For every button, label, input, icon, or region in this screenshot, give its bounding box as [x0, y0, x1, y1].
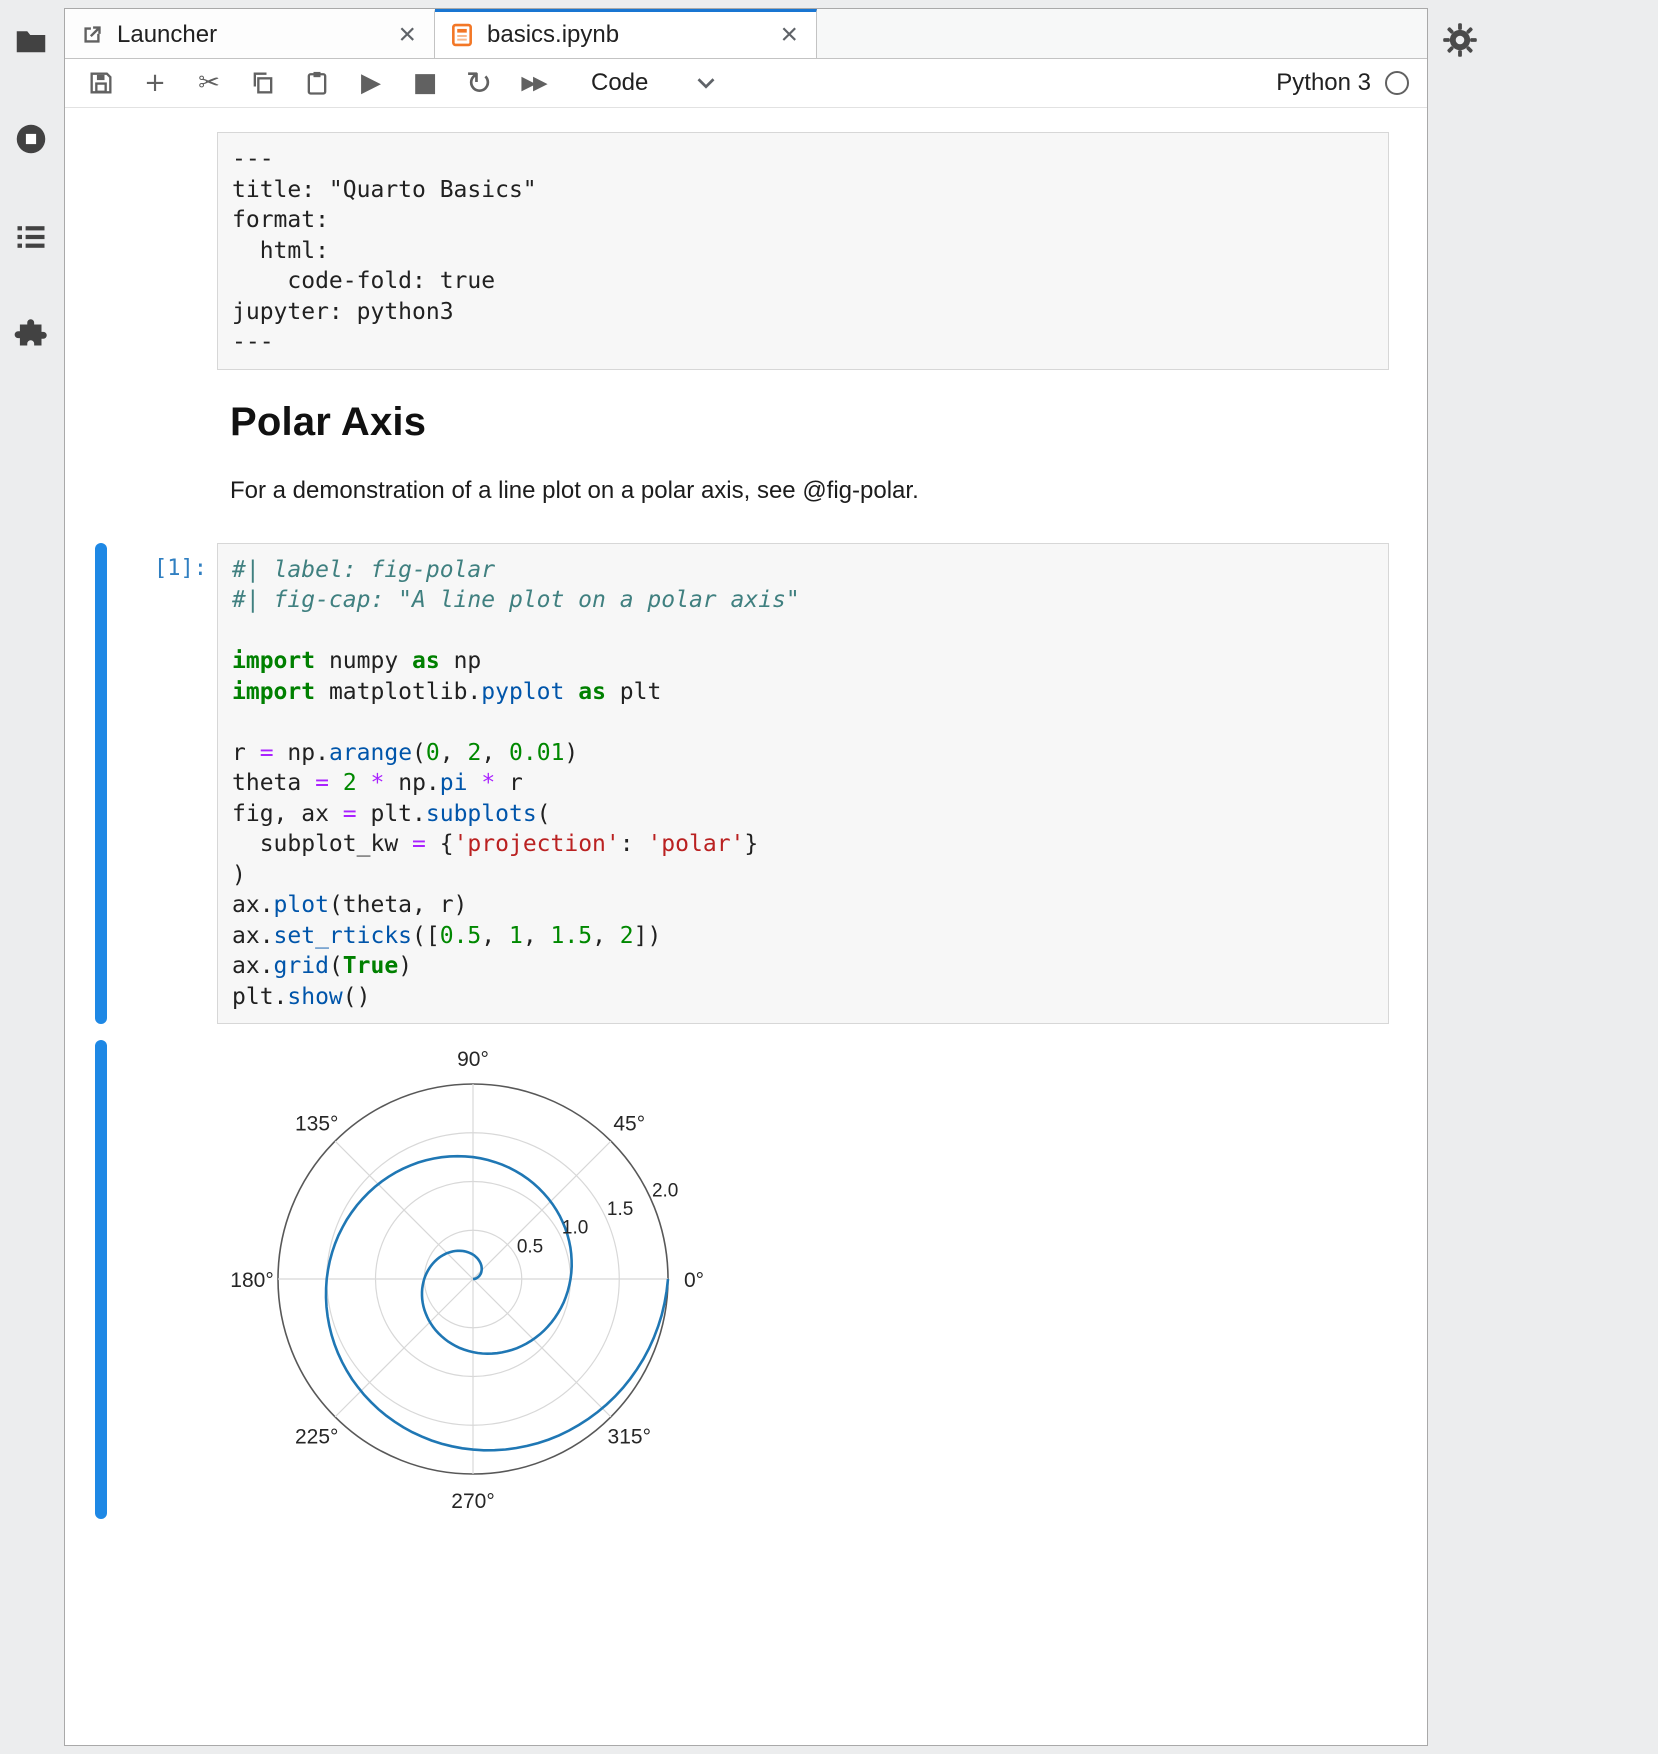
code-line: subplot_kw = {'projection': 'polar'} [232, 829, 1374, 860]
close-icon[interactable]: × [394, 20, 420, 50]
kernel-switcher[interactable]: Python 3 [1276, 69, 1409, 97]
raw-line: title: "Quarto Basics" [232, 175, 1374, 206]
tab-bar: Launcher × basics.ipynb × [65, 9, 1427, 59]
svg-text:0°: 0° [684, 1269, 704, 1292]
output-area: 0° 45° 90° 135° 180° 225° 270° 315° 0.5 1.0 1.5 2.0 [217, 1040, 1389, 1519]
svg-text:1.0: 1.0 [562, 1218, 588, 1239]
insert-cell-button[interactable]: + [137, 65, 173, 101]
main-panel: Launcher × basics.ipynb × + ✂ [64, 8, 1428, 1746]
section-heading: Polar Axis [230, 400, 1389, 445]
stop-icon: ■ [413, 68, 438, 98]
code-line: plt.show() [232, 982, 1374, 1013]
cell-type-dropdown[interactable]: Code [583, 65, 726, 101]
copy-icon [249, 69, 277, 97]
code-line: ) [232, 860, 1374, 891]
sidebar-item-running[interactable] [12, 120, 50, 158]
code-line: #| label: fig-polar [232, 555, 1374, 586]
raw-editor[interactable]: ---title: "Quarto Basics"format: html: c… [217, 132, 1389, 370]
code-line: fig, ax = plt.subplots( [232, 799, 1374, 830]
code-line: ax.set_rticks([0.5, 1, 1.5, 2]) [232, 921, 1374, 952]
restart-kernel-button[interactable]: ↻ [461, 65, 497, 101]
cell-prompt [107, 132, 217, 370]
tab-basics-ipynb[interactable]: basics.ipynb × [435, 9, 817, 58]
close-icon[interactable]: × [776, 20, 802, 50]
paste-cells-button[interactable] [299, 65, 335, 101]
notebook-toolbar: + ✂ ▶ ■ ↻ ▶▶ Code Python 3 [65, 59, 1427, 108]
puzzle-icon [13, 317, 49, 353]
svg-text:0.5: 0.5 [517, 1236, 543, 1257]
notebook-icon [449, 22, 475, 48]
cut-cells-button[interactable]: ✂ [191, 65, 227, 101]
restart-icon: ↻ [466, 64, 493, 102]
save-button[interactable] [83, 65, 119, 101]
code-line [232, 616, 1374, 647]
code-line [232, 707, 1374, 738]
scissors-icon: ✂ [198, 68, 220, 98]
svg-text:180°: 180° [230, 1269, 273, 1292]
cell-collapser[interactable] [95, 543, 107, 1025]
svg-text:45°: 45° [613, 1113, 645, 1136]
raw-line: format: [232, 205, 1374, 236]
svg-text:270°: 270° [451, 1490, 494, 1513]
svg-text:90°: 90° [457, 1048, 489, 1071]
cell-collapser[interactable] [95, 132, 107, 370]
activity-bar [0, 0, 62, 1754]
folder-icon [13, 23, 49, 59]
save-icon [87, 69, 115, 97]
raw-line: html: [232, 236, 1374, 267]
polar-plot-figure: 0° 45° 90° 135° 180° 225° 270° 315° 0.5 1.0 1.5 2.0 [223, 1040, 743, 1514]
code-line: #| fig-cap: "A line plot on a polar axis… [232, 585, 1374, 616]
code-line: import matplotlib.pyplot as plt [232, 677, 1374, 708]
code-line: theta = 2 * np.pi * r [232, 768, 1374, 799]
code-line: ax.grid(True) [232, 951, 1374, 982]
execution-count: [1]: [107, 543, 217, 1025]
settings-gears-icon [1441, 21, 1479, 59]
settings-button[interactable] [1438, 18, 1482, 62]
right-gutter [1430, 0, 1658, 1754]
kernel-status-icon [1385, 71, 1409, 95]
output-prompt [107, 1040, 217, 1519]
run-cell-button[interactable]: ▶ [353, 65, 389, 101]
raw-line: jupyter: python3 [232, 297, 1374, 328]
cell-type-value: Code [591, 69, 648, 97]
interrupt-kernel-button[interactable]: ■ [407, 65, 443, 101]
svg-text:225°: 225° [295, 1425, 338, 1448]
launcher-icon [79, 22, 105, 48]
sidebar-item-toc[interactable] [12, 218, 50, 256]
tab-launcher[interactable]: Launcher × [65, 9, 435, 58]
output-collapser[interactable] [95, 1040, 107, 1519]
svg-text:1.5: 1.5 [607, 1199, 633, 1220]
svg-text:135°: 135° [295, 1113, 338, 1136]
raw-line: code-fold: true [232, 266, 1374, 297]
plus-icon: + [144, 68, 166, 98]
code-line: import numpy as np [232, 646, 1374, 677]
kernel-name: Python 3 [1276, 69, 1371, 97]
paste-icon [303, 69, 331, 97]
output-cell: 0° 45° 90° 135° 180° 225° 270° 315° 0.5 1.0 1.5 2.0 [65, 1040, 1427, 1519]
markdown-paragraph: For a demonstration of a line plot on a … [230, 475, 1389, 507]
fast-forward-icon: ▶▶ [521, 72, 544, 94]
sidebar-item-extensions[interactable] [12, 316, 50, 354]
tab-label: basics.ipynb [487, 21, 619, 49]
svg-text:2.0: 2.0 [652, 1180, 678, 1201]
code-editor[interactable]: #| label: fig-polar#| fig-cap: "A line p… [217, 543, 1389, 1025]
code-line: r = np.arange(0, 2, 0.01) [232, 738, 1374, 769]
copy-cells-button[interactable] [245, 65, 281, 101]
svg-text:315°: 315° [608, 1425, 651, 1448]
raw-line: --- [232, 327, 1374, 358]
markdown-cell[interactable]: Polar Axis For a demonstration of a line… [65, 370, 1427, 507]
notebook-content: ---title: "Quarto Basics"format: html: c… [65, 108, 1427, 1745]
tab-label: Launcher [117, 21, 217, 49]
raw-cell: ---title: "Quarto Basics"format: html: c… [65, 132, 1427, 370]
restart-run-all-button[interactable]: ▶▶ [515, 65, 551, 101]
sidebar-item-files[interactable] [12, 22, 50, 60]
raw-line: --- [232, 144, 1374, 175]
code-cell: [1]: #| label: fig-polar#| fig-cap: "A l… [65, 543, 1427, 1025]
run-icon: ▶ [361, 68, 381, 98]
toc-icon [13, 219, 49, 255]
chevron-down-icon [694, 71, 718, 95]
running-sessions-icon [13, 121, 49, 157]
code-line: ax.plot(theta, r) [232, 890, 1374, 921]
